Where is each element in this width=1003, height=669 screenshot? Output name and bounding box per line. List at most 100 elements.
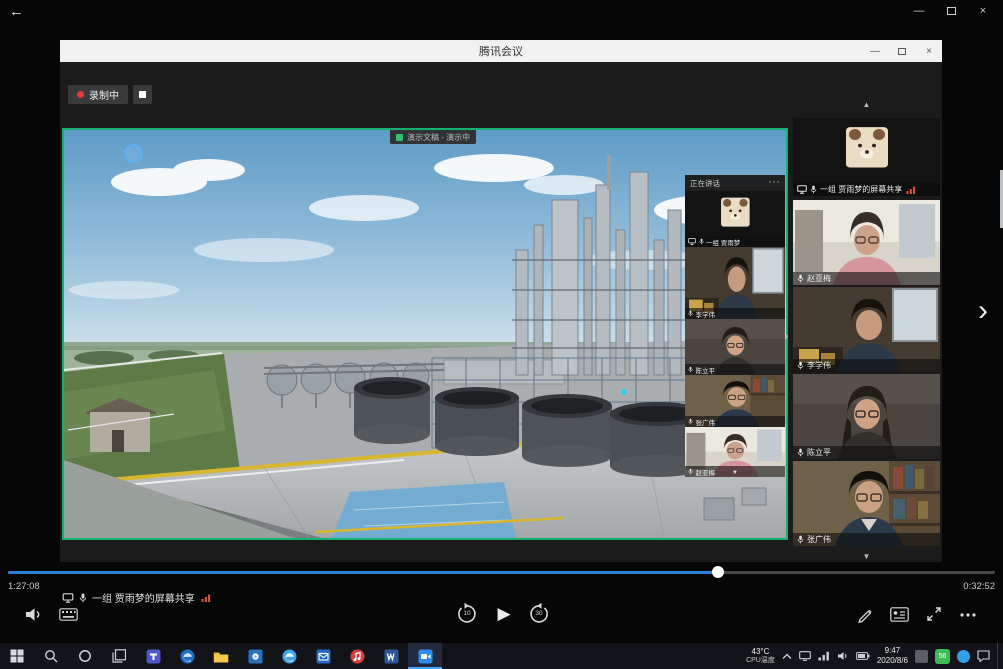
seek-progress	[8, 571, 718, 574]
panel-scroll-down-icon[interactable]: ▼	[685, 470, 785, 476]
sidebar-scroll-down-button[interactable]: ▼	[793, 552, 940, 561]
participant-tile[interactable]: 陈立平	[793, 374, 940, 459]
app-photos[interactable]	[238, 643, 272, 669]
player-close-button[interactable]: ×	[967, 0, 999, 22]
action-center-button[interactable]	[977, 650, 990, 662]
participant-name: 陈立平	[696, 365, 716, 375]
photos-icon	[248, 649, 263, 664]
speaker-tile-label: 李学伟	[685, 308, 785, 319]
participant-label: 李学伟	[793, 359, 940, 372]
meeting-restore-button[interactable]	[895, 43, 909, 59]
cpu-temp-label: CPU温度	[746, 657, 775, 665]
screen-share-icon	[797, 185, 807, 194]
chat-app-icon[interactable]	[957, 650, 970, 663]
subtitle-card-button[interactable]	[889, 606, 909, 622]
taskbar-search-button[interactable]	[34, 643, 68, 669]
speaker-icon	[24, 607, 44, 622]
volume-button[interactable]	[24, 606, 44, 622]
tray-app-icon[interactable]	[915, 650, 928, 663]
app-word[interactable]	[374, 643, 408, 669]
recording-indicator-row: 录制中	[68, 85, 152, 104]
seek-bar[interactable]	[8, 571, 995, 574]
task-view-button[interactable]	[102, 643, 136, 669]
recorded-meeting-frame: 腾讯会议 — × 录制中	[60, 40, 942, 562]
ellipsis-icon	[959, 612, 977, 618]
pencil-icon	[856, 605, 874, 623]
chevron-up-icon	[782, 653, 792, 660]
speaker-tile[interactable]: 赵亚梅 ▼	[685, 427, 785, 477]
tray-display-icon[interactable]	[799, 651, 811, 661]
seek-handle[interactable]	[712, 566, 724, 578]
video-player-window: ← — × 腾讯会议 — × 录制中	[0, 0, 1003, 669]
tray-volume-icon[interactable]	[837, 651, 849, 661]
next-page-arrow[interactable]: ›	[978, 296, 988, 326]
more-options-button[interactable]	[958, 610, 978, 620]
taskbar-apps	[0, 643, 442, 669]
participant-name: 一组 贾雨梦的屏幕共享	[820, 184, 902, 195]
stop-recording-button[interactable]	[133, 85, 152, 104]
meeting-minimize-button[interactable]: —	[868, 43, 882, 59]
start-button[interactable]	[0, 643, 34, 669]
recording-indicator: 录制中	[68, 85, 128, 104]
speaker-tile[interactable]: 陈立平	[685, 319, 785, 375]
wechat-icon[interactable]: 56	[935, 649, 950, 664]
participant-name: 赵亚梅	[807, 273, 831, 284]
app-mail[interactable]	[306, 643, 340, 669]
share-source-label: 一组 贾雨梦的屏幕共享	[92, 590, 195, 605]
speaking-panel[interactable]: 正在讲话 一组 贾雨梦	[685, 175, 785, 477]
unread-badge: 56	[939, 653, 947, 660]
forward-30-button[interactable]: 30	[527, 602, 551, 626]
app-teams[interactable]	[136, 643, 170, 669]
app-edge-legacy[interactable]	[170, 643, 204, 669]
mic-icon	[699, 238, 704, 245]
network-icon[interactable]	[818, 651, 830, 661]
speaking-panel-header[interactable]: 正在讲话	[685, 175, 785, 191]
participant-tile[interactable]: 张广伟	[793, 461, 940, 546]
participant-label: 赵亚梅	[793, 272, 940, 285]
sidebar-scroll-up-button[interactable]: ▲	[793, 100, 940, 109]
clock-date: 2020/8/6	[877, 656, 908, 666]
participant-label: 一组 贾雨梦的屏幕共享	[793, 183, 940, 196]
search-icon	[44, 649, 58, 663]
player-window-controls: — ×	[903, 0, 999, 22]
back-button[interactable]: ←	[9, 3, 24, 20]
participant-name: 张广伟	[696, 417, 716, 427]
participant-tile-screen-share[interactable]: 一组 贾雨梦的屏幕共享	[793, 118, 940, 196]
panel-collapse-arrow[interactable]: ›	[784, 328, 788, 343]
app-file-explorer[interactable]	[204, 643, 238, 669]
meeting-close-button[interactable]: ×	[922, 43, 936, 59]
rewind-10-button[interactable]: 10	[455, 602, 479, 626]
player-restore-button[interactable]	[935, 0, 967, 22]
presentation-icon	[396, 134, 403, 141]
speaker-tile-label: 陈立平	[685, 364, 785, 375]
participant-tile[interactable]: 李学伟	[793, 287, 940, 372]
shared-screen-video: 演示文稿 - 演示中	[62, 128, 788, 540]
speaker-tile-avatar[interactable]: 一组 贾雨梦	[685, 191, 785, 247]
app-edge[interactable]	[272, 643, 306, 669]
speaker-tile-label: 一组 贾雨梦	[685, 236, 785, 247]
show-desktop-button[interactable]	[997, 643, 1001, 669]
mic-icon	[688, 366, 693, 373]
speaker-tile[interactable]: 李学伟	[685, 247, 785, 319]
presenting-banner: 演示文稿 - 演示中	[390, 130, 476, 144]
taskbar-clock[interactable]: 9:47 2020/8/6	[877, 646, 908, 665]
mic-icon	[797, 448, 804, 457]
annotate-button[interactable]	[855, 604, 875, 624]
app-meeting-active[interactable]	[408, 643, 442, 669]
industrial-plant-3d-scene	[64, 130, 786, 538]
tray-expand-button[interactable]	[782, 653, 792, 660]
name-card-icon	[890, 607, 909, 622]
participant-tile[interactable]: 赵亚梅	[793, 200, 940, 285]
battery-icon[interactable]	[856, 652, 870, 660]
meeting-window-controls: — ×	[868, 40, 936, 62]
keyboard-shortcuts-button[interactable]	[58, 608, 78, 621]
app-music[interactable]	[340, 643, 374, 669]
drag-handle-icon[interactable]	[769, 181, 779, 183]
edge-icon	[180, 649, 195, 664]
cpu-temp-widget[interactable]: 43°C CPU温度	[746, 647, 775, 664]
player-minimize-button[interactable]: —	[903, 0, 935, 22]
fullscreen-button[interactable]	[924, 604, 944, 624]
cortana-button[interactable]	[68, 643, 102, 669]
play-button[interactable]: ▶	[495, 602, 513, 624]
speaker-tile[interactable]: 张广伟	[685, 375, 785, 427]
